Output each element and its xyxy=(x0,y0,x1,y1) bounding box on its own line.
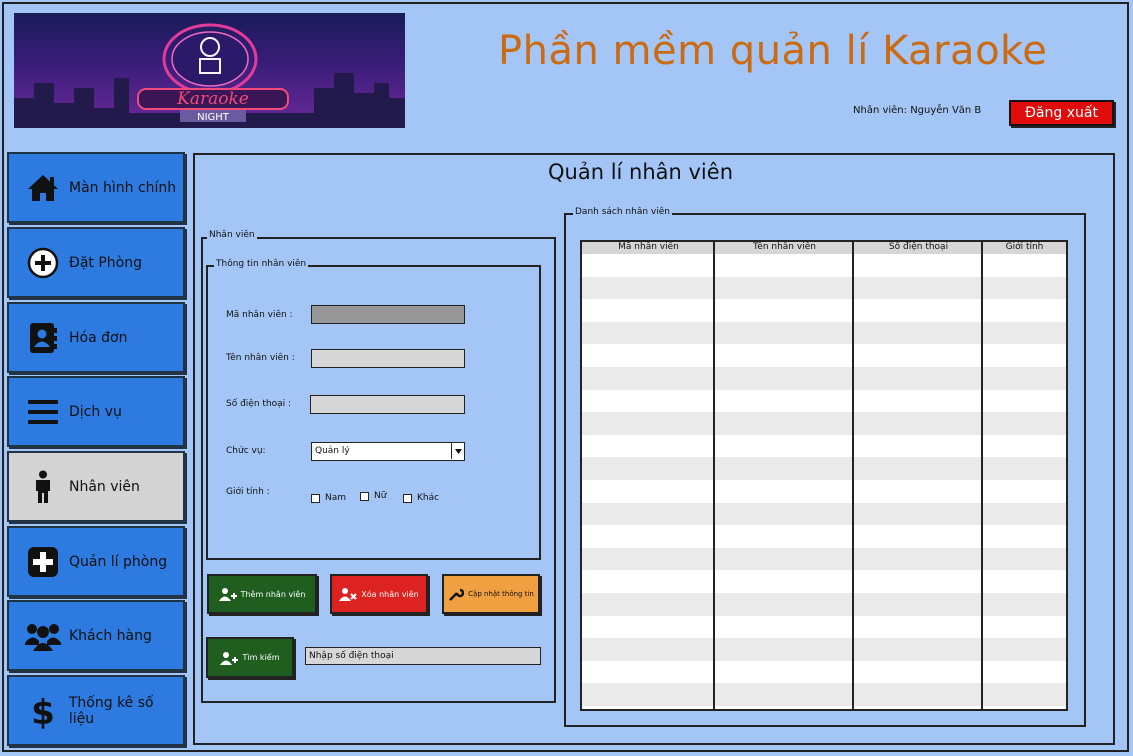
table-row[interactable] xyxy=(582,592,1066,616)
checkbox[interactable] xyxy=(403,493,412,503)
page-title: Quản lí nhân viên xyxy=(548,160,734,184)
group-icon xyxy=(21,616,65,656)
sidebar-item-invoice[interactable]: Hóa đơn xyxy=(7,302,185,373)
plus-square-icon xyxy=(21,542,65,582)
table-row[interactable] xyxy=(582,321,1066,345)
table-row[interactable] xyxy=(582,570,1066,593)
employee-group-label: Nhân viên xyxy=(207,230,257,240)
app-title: Phần mềm quản lí Karaoke xyxy=(498,28,1048,74)
column-header-id[interactable]: Mã nhân viên xyxy=(582,242,715,254)
current-user-label: Nhân viên: Nguyễn Văn B xyxy=(853,105,982,116)
svg-text:$: $ xyxy=(31,693,55,729)
checkbox[interactable] xyxy=(360,491,369,501)
column-header-phone[interactable]: Số điện thoại xyxy=(854,242,983,254)
table-row[interactable] xyxy=(582,434,1066,458)
sidebar-item-label: Quản lí phòng xyxy=(69,553,168,570)
column-header-gender[interactable]: Giới tính xyxy=(983,242,1066,254)
column-header-name[interactable]: Tên nhân viên xyxy=(715,242,854,254)
table-header: Mã nhân viên Tên nhân viên Số điện thoại… xyxy=(582,242,1066,254)
table-row[interactable] xyxy=(582,254,1066,277)
search-button[interactable]: Tìm kiếm xyxy=(206,637,294,678)
table-body xyxy=(582,254,1066,706)
gender-option-label: Nữ xyxy=(374,491,387,501)
sidebar-item-booking[interactable]: Đặt Phòng xyxy=(7,227,185,298)
sidebar-item-label: Đặt Phòng xyxy=(69,254,143,271)
sidebar-item-label: Nhân viên xyxy=(69,478,140,495)
sidebar-item-label: Thống kê số liệu xyxy=(68,694,154,727)
menu-icon xyxy=(21,392,65,432)
logout-button[interactable]: Đăng xuất xyxy=(1009,100,1114,126)
user-search-icon xyxy=(220,651,239,665)
employee-list-group-label: Danh sách nhân viên xyxy=(573,207,672,217)
role-select[interactable]: Quản lý xyxy=(311,442,465,461)
table-row[interactable] xyxy=(582,525,1066,548)
table-row[interactable] xyxy=(582,547,1066,571)
table-row[interactable] xyxy=(582,479,1066,503)
sidebar-item-label: Hóa đơn xyxy=(69,329,128,346)
employee-info-group-label: Thông tin nhân viên xyxy=(214,259,309,269)
table-row[interactable] xyxy=(582,412,1066,435)
search-input[interactable]: Nhập số điện thoại xyxy=(305,647,541,665)
employee-id-field[interactable] xyxy=(311,305,465,324)
role-select-value: Quản lý xyxy=(315,446,350,456)
delete-employee-button[interactable]: Xóa nhân viên xyxy=(330,574,428,614)
table-row[interactable] xyxy=(582,615,1066,639)
checkbox[interactable] xyxy=(311,493,320,503)
gender-checkbox-nu[interactable]: Nữ xyxy=(360,491,386,501)
update-info-button[interactable]: Cập nhật thông tin xyxy=(442,574,540,614)
logo-text: Karaoke xyxy=(176,89,249,109)
search-label: Tìm kiếm xyxy=(242,653,280,662)
role-label: Chức vụ: xyxy=(226,446,266,456)
table-row[interactable] xyxy=(582,366,1066,390)
gender-checkbox-nam[interactable]: Nam xyxy=(311,493,346,503)
chevron-down-icon[interactable] xyxy=(451,443,464,459)
sidebar-item-label: Khách hàng xyxy=(69,627,152,644)
employee-name-field[interactable] xyxy=(311,349,465,368)
wrench-icon xyxy=(448,586,465,602)
sidebar-item-home[interactable]: Màn hình chính xyxy=(7,152,185,223)
phone-field[interactable] xyxy=(310,395,465,414)
remove-user-icon xyxy=(339,587,357,601)
employee-table[interactable]: Mã nhân viên Tên nhân viên Số điện thoại… xyxy=(580,240,1068,711)
sidebar-item-label: Dịch vụ xyxy=(69,403,122,420)
column-divider xyxy=(981,242,983,709)
table-row[interactable] xyxy=(582,660,1066,684)
add-user-icon xyxy=(218,587,237,601)
karaoke-banner: Karaoke NIGHT xyxy=(14,13,405,128)
dollar-icon: $ xyxy=(21,691,65,731)
table-row[interactable] xyxy=(582,683,1066,706)
address-book-icon xyxy=(21,318,65,358)
table-row[interactable] xyxy=(582,344,1066,367)
gender-label: Giới tính : xyxy=(226,487,270,497)
table-row[interactable] xyxy=(582,502,1066,526)
sidebar-item-label: Màn hình chính xyxy=(69,179,177,196)
delete-employee-label: Xóa nhân viên xyxy=(361,589,419,599)
sidebar-item-room-management[interactable]: Quản lí phòng xyxy=(7,526,185,597)
table-row[interactable] xyxy=(582,389,1066,413)
logo-subtext: NIGHT xyxy=(197,112,230,123)
gender-option-label: Khác xyxy=(417,493,440,503)
phone-label: Số điện thoại : xyxy=(226,399,292,409)
employee-id-label: Mã nhân viên : xyxy=(226,310,293,320)
table-row[interactable] xyxy=(582,638,1066,661)
table-row[interactable] xyxy=(582,276,1066,300)
update-info-label: Cập nhật thông tin xyxy=(468,590,534,598)
gender-option-label: Nam xyxy=(325,493,347,503)
column-divider xyxy=(852,242,854,709)
person-icon xyxy=(21,467,65,507)
sidebar-item-employees[interactable]: Nhân viên xyxy=(7,451,185,522)
home-icon xyxy=(21,168,65,208)
sidebar-item-statistics[interactable]: $ Thống kê số liệu xyxy=(7,675,185,746)
gender-checkbox-khac[interactable]: Khác xyxy=(403,493,439,503)
column-divider xyxy=(713,242,715,709)
table-row[interactable] xyxy=(582,299,1066,322)
table-row[interactable] xyxy=(582,457,1066,480)
sidebar-item-services[interactable]: Dịch vụ xyxy=(7,376,185,447)
add-employee-button[interactable]: Thêm nhân viên xyxy=(207,574,317,614)
add-employee-label: Thêm nhân viên xyxy=(240,589,306,599)
sidebar-item-customers[interactable]: Khách hàng xyxy=(7,600,185,671)
employee-name-label: Tên nhân viên : xyxy=(226,353,295,363)
plus-circle-icon xyxy=(21,243,65,283)
